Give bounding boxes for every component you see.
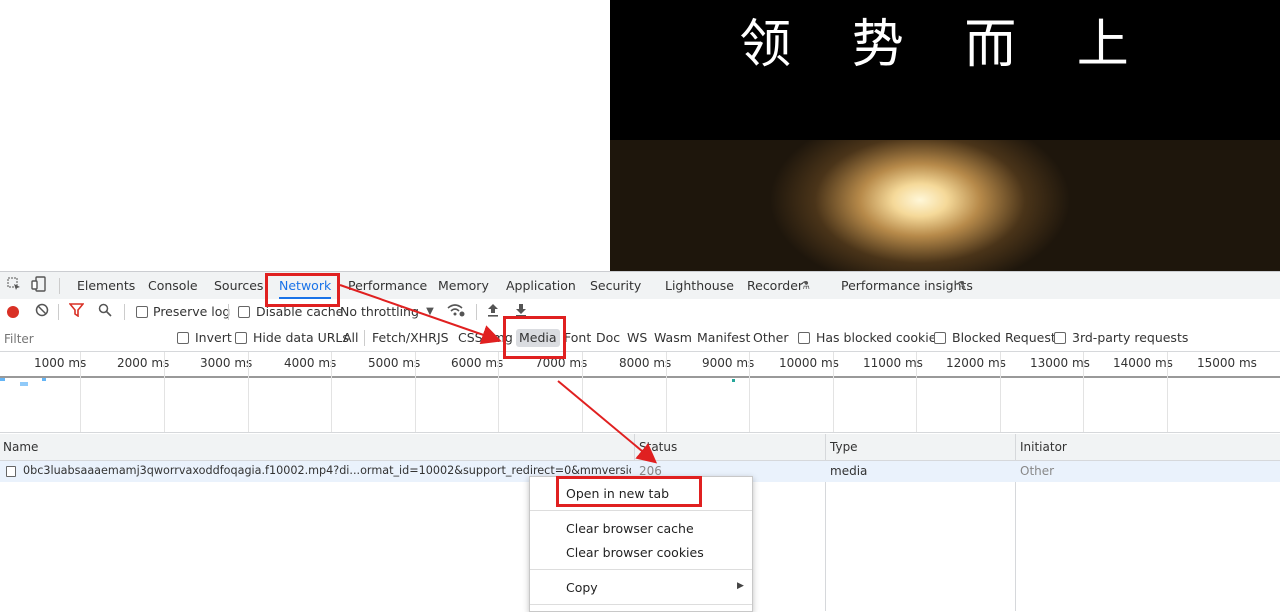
annotation-arrow: [339, 284, 502, 345]
annotation-arrow: [557, 380, 658, 464]
annotation-arrows: [339, 284, 658, 464]
